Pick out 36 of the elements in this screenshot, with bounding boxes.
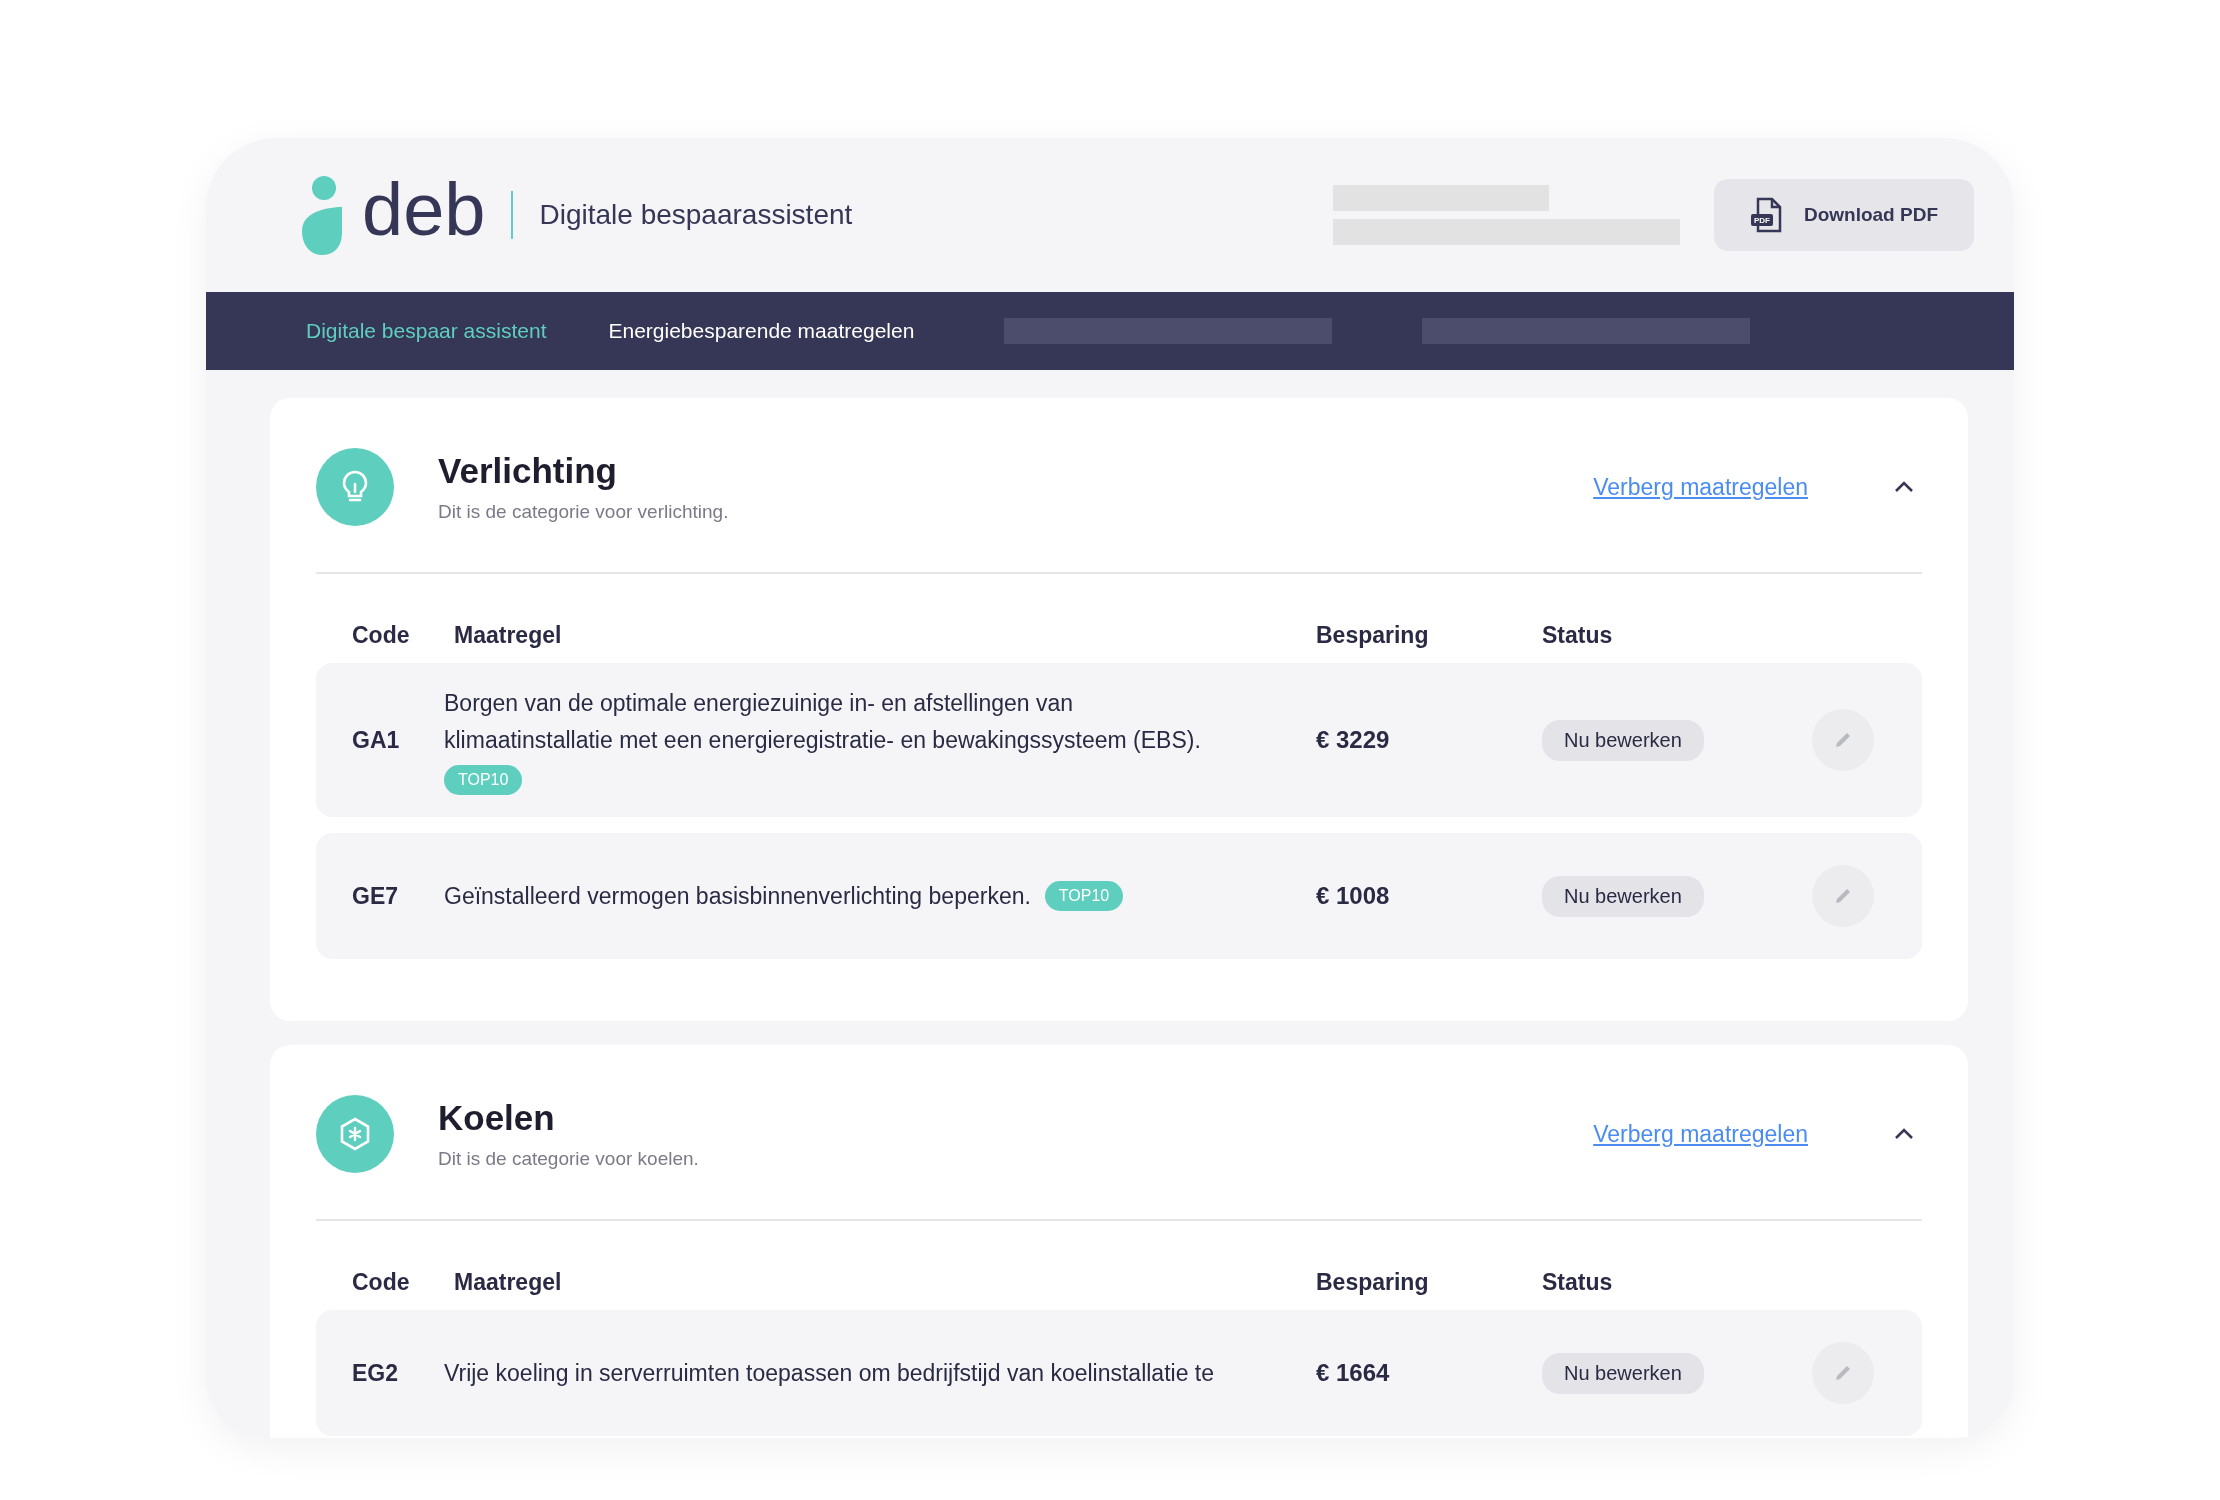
category-title: Verlichting bbox=[438, 451, 618, 491]
pencil-icon bbox=[1833, 730, 1853, 750]
top10-badge: TOP10 bbox=[1044, 881, 1124, 911]
edit-now-button[interactable]: Nu bewerken bbox=[1542, 719, 1704, 761]
measure-code: GE7 bbox=[351, 882, 400, 910]
measure-code: EG2 bbox=[351, 1359, 400, 1387]
saving-amount: € 3229 bbox=[1316, 726, 1391, 754]
column-header: Besparing bbox=[1315, 1269, 1430, 1296]
column-header: Maatregel bbox=[453, 622, 563, 649]
pencil-icon bbox=[1833, 1363, 1853, 1383]
download-pdf-button[interactable]: PDF Download PDF bbox=[1713, 179, 1974, 251]
saving-amount: € 1664 bbox=[1316, 1359, 1391, 1387]
edit-now-button[interactable]: Nu bewerken bbox=[1542, 1352, 1704, 1394]
logo-text: deb bbox=[362, 173, 486, 247]
column-header: Status bbox=[1542, 1269, 1614, 1296]
category-description: Dit is de categorie voor koelen. bbox=[438, 1148, 700, 1170]
measure-description: Geïnstalleerd vermogen basisbinnenverlichting beperken. bbox=[444, 881, 1031, 911]
nav-tab[interactable]: Energiebesparende maatregelen bbox=[608, 319, 915, 343]
measure-code: GA1 bbox=[351, 726, 401, 754]
pencil-icon bbox=[1833, 886, 1853, 906]
column-header: Code bbox=[351, 622, 411, 649]
column-header: Maatregel bbox=[453, 1269, 563, 1296]
category-title: Koelen bbox=[438, 1098, 556, 1138]
app-name: Digitale bespaarassistent bbox=[539, 199, 853, 231]
nav-tab[interactable]: Digitale bespaar assistent bbox=[306, 319, 547, 343]
column-header: Status bbox=[1542, 622, 1614, 649]
column-header: Besparing bbox=[1315, 622, 1430, 649]
column-header: Code bbox=[351, 1269, 411, 1296]
saving-amount: € 1008 bbox=[1316, 882, 1391, 910]
edit-now-button[interactable]: Nu bewerken bbox=[1542, 875, 1704, 917]
measure-description: Borgen van de optimale energiezuinige in- en afstellingen van klimaatinstallatie met een energieregistratie- en bewakingssysteem (EBS). bbox=[444, 689, 1202, 755]
measure-description: Vrije koeling in serverruimten toepassen om bedrijfstijd van koelinstallatie te bbox=[444, 1358, 1215, 1388]
chevron-up-icon[interactable] bbox=[1894, 1128, 1914, 1140]
chevron-up-icon[interactable] bbox=[1894, 481, 1914, 493]
top10-badge: TOP10 bbox=[444, 765, 523, 795]
category-description: Dit is de categorie voor verlichting. bbox=[438, 501, 730, 523]
